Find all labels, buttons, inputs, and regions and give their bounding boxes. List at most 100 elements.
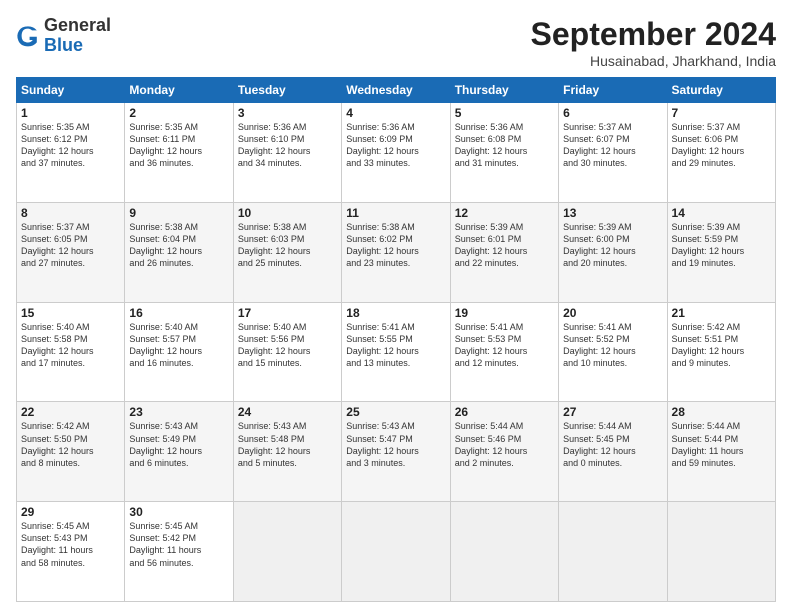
calendar-cell: 14Sunrise: 5:39 AMSunset: 5:59 PMDayligh… <box>667 202 775 302</box>
cell-info: Sunrise: 5:40 AMSunset: 5:58 PMDaylight:… <box>21 321 120 370</box>
cell-info: Sunrise: 5:41 AMSunset: 5:53 PMDaylight:… <box>455 321 554 370</box>
calendar-cell: 19Sunrise: 5:41 AMSunset: 5:53 PMDayligh… <box>450 302 558 402</box>
col-friday: Friday <box>559 78 667 103</box>
calendar-cell: 2Sunrise: 5:35 AMSunset: 6:11 PMDaylight… <box>125 103 233 203</box>
day-number: 17 <box>238 306 337 320</box>
cell-info: Sunrise: 5:42 AMSunset: 5:50 PMDaylight:… <box>21 420 120 469</box>
day-number: 19 <box>455 306 554 320</box>
day-number: 9 <box>129 206 228 220</box>
day-number: 21 <box>672 306 771 320</box>
day-number: 13 <box>563 206 662 220</box>
header: General Blue September 2024 Husainabad, … <box>16 16 776 69</box>
col-tuesday: Tuesday <box>233 78 341 103</box>
calendar-row-1: 1Sunrise: 5:35 AMSunset: 6:12 PMDaylight… <box>17 103 776 203</box>
day-number: 18 <box>346 306 445 320</box>
cell-info: Sunrise: 5:45 AMSunset: 5:43 PMDaylight:… <box>21 520 120 569</box>
location: Husainabad, Jharkhand, India <box>531 53 776 69</box>
calendar-cell: 24Sunrise: 5:43 AMSunset: 5:48 PMDayligh… <box>233 402 341 502</box>
day-number: 1 <box>21 106 120 120</box>
cell-info: Sunrise: 5:36 AMSunset: 6:08 PMDaylight:… <box>455 121 554 170</box>
cell-info: Sunrise: 5:45 AMSunset: 5:42 PMDaylight:… <box>129 520 228 569</box>
calendar-cell: 3Sunrise: 5:36 AMSunset: 6:10 PMDaylight… <box>233 103 341 203</box>
day-number: 5 <box>455 106 554 120</box>
calendar-cell: 22Sunrise: 5:42 AMSunset: 5:50 PMDayligh… <box>17 402 125 502</box>
calendar-cell: 10Sunrise: 5:38 AMSunset: 6:03 PMDayligh… <box>233 202 341 302</box>
day-number: 28 <box>672 405 771 419</box>
col-monday: Monday <box>125 78 233 103</box>
calendar-cell: 15Sunrise: 5:40 AMSunset: 5:58 PMDayligh… <box>17 302 125 402</box>
cell-info: Sunrise: 5:40 AMSunset: 5:56 PMDaylight:… <box>238 321 337 370</box>
calendar-cell: 27Sunrise: 5:44 AMSunset: 5:45 PMDayligh… <box>559 402 667 502</box>
day-number: 14 <box>672 206 771 220</box>
day-number: 6 <box>563 106 662 120</box>
calendar-cell <box>450 502 558 602</box>
day-number: 4 <box>346 106 445 120</box>
cell-info: Sunrise: 5:44 AMSunset: 5:44 PMDaylight:… <box>672 420 771 469</box>
cell-info: Sunrise: 5:39 AMSunset: 6:01 PMDaylight:… <box>455 221 554 270</box>
col-saturday: Saturday <box>667 78 775 103</box>
calendar-cell: 11Sunrise: 5:38 AMSunset: 6:02 PMDayligh… <box>342 202 450 302</box>
col-sunday: Sunday <box>17 78 125 103</box>
col-thursday: Thursday <box>450 78 558 103</box>
calendar-cell: 6Sunrise: 5:37 AMSunset: 6:07 PMDaylight… <box>559 103 667 203</box>
column-headers: Sunday Monday Tuesday Wednesday Thursday… <box>17 78 776 103</box>
cell-info: Sunrise: 5:43 AMSunset: 5:47 PMDaylight:… <box>346 420 445 469</box>
cell-info: Sunrise: 5:39 AMSunset: 5:59 PMDaylight:… <box>672 221 771 270</box>
day-number: 15 <box>21 306 120 320</box>
logo: General Blue <box>16 16 111 56</box>
calendar-cell: 13Sunrise: 5:39 AMSunset: 6:00 PMDayligh… <box>559 202 667 302</box>
cell-info: Sunrise: 5:37 AMSunset: 6:05 PMDaylight:… <box>21 221 120 270</box>
calendar-cell: 29Sunrise: 5:45 AMSunset: 5:43 PMDayligh… <box>17 502 125 602</box>
cell-info: Sunrise: 5:37 AMSunset: 6:07 PMDaylight:… <box>563 121 662 170</box>
day-number: 30 <box>129 505 228 519</box>
calendar-cell: 12Sunrise: 5:39 AMSunset: 6:01 PMDayligh… <box>450 202 558 302</box>
cell-info: Sunrise: 5:40 AMSunset: 5:57 PMDaylight:… <box>129 321 228 370</box>
cell-info: Sunrise: 5:35 AMSunset: 6:11 PMDaylight:… <box>129 121 228 170</box>
cell-info: Sunrise: 5:38 AMSunset: 6:02 PMDaylight:… <box>346 221 445 270</box>
calendar-cell: 23Sunrise: 5:43 AMSunset: 5:49 PMDayligh… <box>125 402 233 502</box>
cell-info: Sunrise: 5:39 AMSunset: 6:00 PMDaylight:… <box>563 221 662 270</box>
day-number: 27 <box>563 405 662 419</box>
calendar-cell: 17Sunrise: 5:40 AMSunset: 5:56 PMDayligh… <box>233 302 341 402</box>
cell-info: Sunrise: 5:43 AMSunset: 5:48 PMDaylight:… <box>238 420 337 469</box>
calendar-cell: 7Sunrise: 5:37 AMSunset: 6:06 PMDaylight… <box>667 103 775 203</box>
day-number: 2 <box>129 106 228 120</box>
calendar-cell: 20Sunrise: 5:41 AMSunset: 5:52 PMDayligh… <box>559 302 667 402</box>
cell-info: Sunrise: 5:44 AMSunset: 5:45 PMDaylight:… <box>563 420 662 469</box>
month-year: September 2024 <box>531 16 776 53</box>
day-number: 7 <box>672 106 771 120</box>
calendar-cell: 30Sunrise: 5:45 AMSunset: 5:42 PMDayligh… <box>125 502 233 602</box>
cell-info: Sunrise: 5:42 AMSunset: 5:51 PMDaylight:… <box>672 321 771 370</box>
page: General Blue September 2024 Husainabad, … <box>0 0 792 612</box>
day-number: 22 <box>21 405 120 419</box>
calendar-row-3: 15Sunrise: 5:40 AMSunset: 5:58 PMDayligh… <box>17 302 776 402</box>
calendar-cell <box>559 502 667 602</box>
calendar-cell <box>667 502 775 602</box>
calendar-table: Sunday Monday Tuesday Wednesday Thursday… <box>16 77 776 602</box>
day-number: 20 <box>563 306 662 320</box>
cell-info: Sunrise: 5:41 AMSunset: 5:52 PMDaylight:… <box>563 321 662 370</box>
cell-info: Sunrise: 5:36 AMSunset: 6:10 PMDaylight:… <box>238 121 337 170</box>
calendar-cell: 8Sunrise: 5:37 AMSunset: 6:05 PMDaylight… <box>17 202 125 302</box>
cell-info: Sunrise: 5:35 AMSunset: 6:12 PMDaylight:… <box>21 121 120 170</box>
calendar-cell: 21Sunrise: 5:42 AMSunset: 5:51 PMDayligh… <box>667 302 775 402</box>
cell-info: Sunrise: 5:37 AMSunset: 6:06 PMDaylight:… <box>672 121 771 170</box>
day-number: 24 <box>238 405 337 419</box>
day-number: 10 <box>238 206 337 220</box>
day-number: 29 <box>21 505 120 519</box>
logo-icon <box>16 24 40 48</box>
calendar-cell: 28Sunrise: 5:44 AMSunset: 5:44 PMDayligh… <box>667 402 775 502</box>
calendar-cell: 26Sunrise: 5:44 AMSunset: 5:46 PMDayligh… <box>450 402 558 502</box>
col-wednesday: Wednesday <box>342 78 450 103</box>
day-number: 16 <box>129 306 228 320</box>
day-number: 25 <box>346 405 445 419</box>
calendar-cell: 1Sunrise: 5:35 AMSunset: 6:12 PMDaylight… <box>17 103 125 203</box>
day-number: 8 <box>21 206 120 220</box>
calendar-cell: 5Sunrise: 5:36 AMSunset: 6:08 PMDaylight… <box>450 103 558 203</box>
day-number: 23 <box>129 405 228 419</box>
day-number: 12 <box>455 206 554 220</box>
calendar-cell: 25Sunrise: 5:43 AMSunset: 5:47 PMDayligh… <box>342 402 450 502</box>
calendar-row-4: 22Sunrise: 5:42 AMSunset: 5:50 PMDayligh… <box>17 402 776 502</box>
cell-info: Sunrise: 5:41 AMSunset: 5:55 PMDaylight:… <box>346 321 445 370</box>
logo-text: General Blue <box>44 16 111 56</box>
